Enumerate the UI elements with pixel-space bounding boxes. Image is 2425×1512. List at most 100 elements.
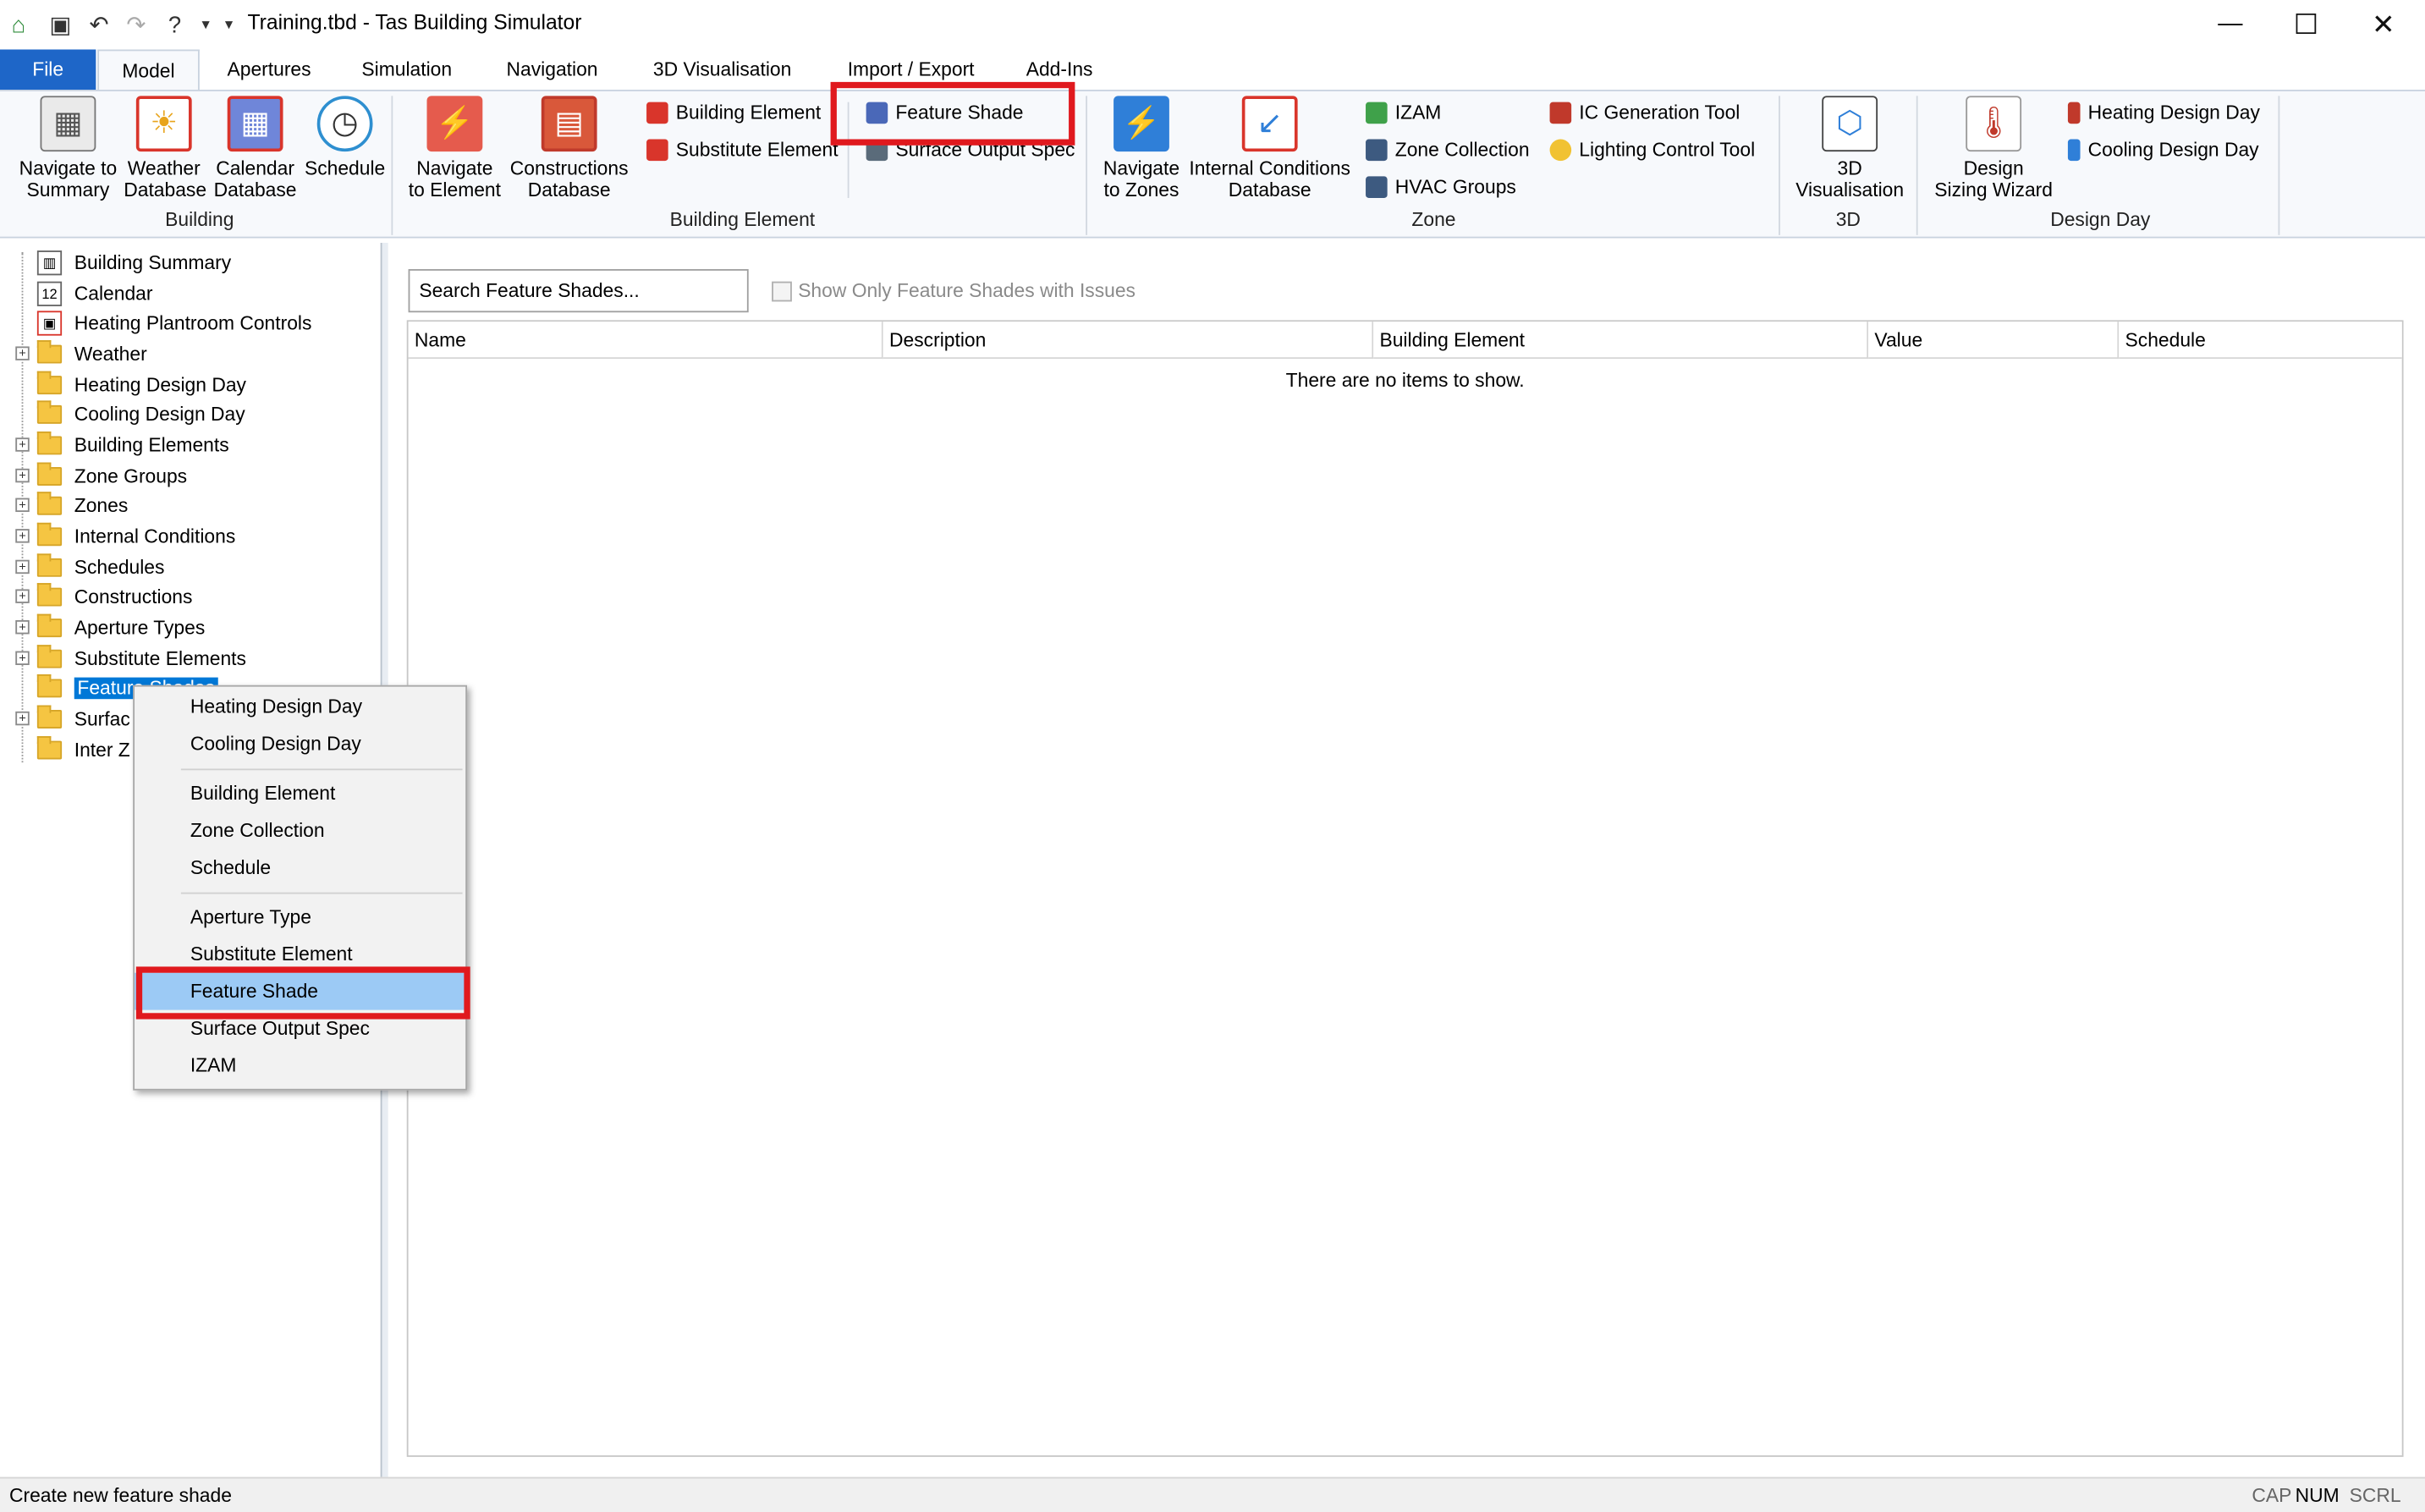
search-input[interactable]: Search Feature Shades... — [408, 269, 749, 313]
expand-icon[interactable]: + — [15, 711, 30, 726]
expand-icon[interactable]: + — [15, 559, 30, 575]
scroll-lock-indicator: SCRL — [2349, 1484, 2401, 1507]
3d-visualisation-button[interactable]: ⬡ 3D Visualisation — [1788, 96, 1911, 201]
expand-icon[interactable]: + — [15, 437, 30, 452]
menu-item-schedule[interactable]: Schedule — [135, 849, 465, 887]
maximize-button[interactable]: ☐ — [2268, 0, 2345, 49]
tree-item-surface[interactable]: + Surfac — [15, 704, 130, 734]
expand-icon[interactable]: + — [15, 468, 30, 483]
weather-database-button[interactable]: ☀ Weather Database — [124, 96, 207, 201]
expand-icon[interactable]: + — [15, 589, 30, 603]
tab-model[interactable]: Model — [97, 49, 200, 91]
ribbon-highlight-box — [830, 81, 1075, 146]
menu-item-heating-design-day[interactable]: Heating Design Day — [135, 688, 465, 725]
tree-item-cooling-design-day[interactable]: Cooling Design Day — [15, 399, 245, 429]
tree-item-inter-zone[interactable]: Inter Z — [15, 734, 130, 764]
column-header-name[interactable]: Name — [408, 322, 883, 360]
minimize-button[interactable]: — — [2191, 0, 2268, 49]
column-header-description[interactable]: Description — [883, 322, 1374, 360]
ic-generation-tool-button[interactable]: IC Generation Tool — [1549, 97, 1740, 129]
thermometer-wand-icon: 🌡 — [1966, 96, 2022, 152]
constructions-database-label-1: Constructions — [509, 157, 629, 180]
save-icon[interactable]: ▣ — [47, 11, 74, 39]
menu-item-cooling-design-day[interactable]: Cooling Design Day — [135, 725, 465, 762]
undo-icon[interactable]: ↶ — [85, 11, 113, 39]
navigate-to-zones-label-2: to Zones — [1103, 179, 1180, 201]
cooling-design-day-button[interactable]: Cooling Design Day — [2067, 135, 2259, 166]
tree-item-weather[interactable]: + Weather — [15, 338, 147, 368]
tree-item-building-summary[interactable]: ▥ Building Summary — [15, 247, 231, 277]
tree-item-heating-plantroom-controls[interactable]: ▣ Heating Plantroom Controls — [15, 308, 311, 338]
building-element-icon — [646, 102, 668, 124]
help-icon[interactable]: ? — [161, 11, 189, 39]
group-label-design-day: Design Day — [2050, 208, 2151, 231]
menu-item-building-element[interactable]: Building Element — [135, 775, 465, 812]
feature-shades-table — [406, 320, 2404, 1457]
tree-item-calendar[interactable]: 12 Calendar — [15, 278, 152, 308]
schedule-button[interactable]: ◷ Schedule — [303, 96, 387, 179]
navigate-element-icon: ⚡ — [426, 96, 483, 152]
navigate-zones-icon: ⚡ — [1114, 96, 1169, 152]
tree-item-label: Constructions — [74, 585, 193, 608]
navigate-to-summary-label-1: Navigate to — [19, 157, 118, 180]
column-header-value[interactable]: Value — [1868, 322, 2120, 360]
heating-design-day-button[interactable]: Heating Design Day — [2067, 97, 2260, 129]
menu-item-zone-collection[interactable]: Zone Collection — [135, 812, 465, 849]
issues-filter-label: Show Only Feature Shades with Issues — [798, 279, 1136, 302]
lighting-control-tool-button[interactable]: Lighting Control Tool — [1549, 135, 1755, 166]
tree-item-label: Substitute Elements — [74, 646, 246, 669]
expand-icon[interactable]: + — [15, 346, 30, 360]
menu-item-izam[interactable]: IZAM — [135, 1047, 465, 1084]
navigate-to-summary-label-2: Summary — [26, 179, 110, 201]
navigate-to-zones-button[interactable]: ⚡ Navigate to Zones — [1095, 96, 1188, 201]
tree-item-schedules[interactable]: + Schedules — [15, 553, 164, 582]
navigate-to-summary-button[interactable]: ▦ Navigate to Summary — [13, 96, 124, 201]
heating-thermometer-icon — [2067, 102, 2081, 124]
constructions-database-button[interactable]: ▤ Constructions Database — [508, 96, 631, 201]
folder-icon — [36, 644, 63, 668]
tree-item-zone-groups[interactable]: + Zone Groups — [15, 461, 187, 491]
expand-icon[interactable]: + — [15, 498, 30, 513]
tree-item-internal-conditions[interactable]: + Internal Conditions — [15, 521, 235, 551]
tree-item-constructions[interactable]: + Constructions — [15, 581, 192, 611]
column-header-schedule[interactable]: Schedule — [2119, 322, 2402, 360]
hvac-groups-button[interactable]: HVAC Groups — [1366, 172, 1516, 203]
plantroom-icon: ▣ — [36, 310, 63, 335]
tree-item-aperture-types[interactable]: + Aperture Types — [15, 613, 205, 642]
tab-simulation[interactable]: Simulation — [349, 49, 464, 90]
tree-item-label: Inter Z — [74, 738, 130, 761]
design-sizing-wizard-button[interactable]: 🌡 Design Sizing Wizard — [1927, 96, 2060, 201]
tree-item-zones[interactable]: + Zones — [15, 490, 128, 520]
add-building-element-button[interactable]: Building Element — [646, 97, 821, 129]
customize-quick-access-icon[interactable]: ▾ — [215, 11, 243, 39]
ribbon-separator — [2278, 96, 2280, 235]
column-header-building-element[interactable]: Building Element — [1373, 322, 1869, 360]
internal-conditions-database-button[interactable]: ↙ Internal Conditions Database — [1185, 96, 1355, 201]
calendar-database-button[interactable]: ▦ Calendar Database — [211, 96, 300, 201]
folder-icon — [36, 370, 63, 394]
tab-navigation[interactable]: Navigation — [492, 49, 613, 90]
expand-icon[interactable]: + — [15, 529, 30, 543]
add-substitute-element-button[interactable]: Substitute Element — [646, 135, 839, 166]
tree-item-heating-design-day[interactable]: Heating Design Day — [15, 370, 246, 399]
close-button[interactable]: ✕ — [2345, 0, 2422, 49]
zone-collection-button[interactable]: Zone Collection — [1366, 135, 1530, 166]
substitute-element-icon — [646, 139, 668, 162]
tree-item-label: Zone Groups — [74, 465, 188, 487]
redo-icon[interactable]: ↷ — [122, 11, 150, 39]
tab-3d-visualisation[interactable]: 3D Visualisation — [637, 49, 807, 90]
expand-icon[interactable]: + — [15, 619, 30, 635]
expand-icon[interactable]: + — [15, 651, 30, 665]
tree-item-building-elements[interactable]: + Building Elements — [15, 430, 229, 459]
izam-button[interactable]: IZAM — [1366, 97, 1441, 129]
tree-item-label: Cooling Design Day — [74, 403, 245, 425]
navigate-to-element-button[interactable]: ⚡ Navigate to Element — [405, 96, 504, 201]
status-bar — [0, 1476, 2425, 1512]
tree-item-substitute-elements[interactable]: + Substitute Elements — [15, 643, 246, 673]
izam-label: IZAM — [1394, 102, 1442, 124]
weather-database-label-2: Database — [124, 179, 207, 201]
menu-item-aperture-type[interactable]: Aperture Type — [135, 899, 465, 936]
tab-apertures[interactable]: Apertures — [213, 49, 325, 90]
issues-filter-checkbox[interactable] — [772, 281, 792, 302]
tab-file[interactable]: File — [0, 49, 96, 91]
